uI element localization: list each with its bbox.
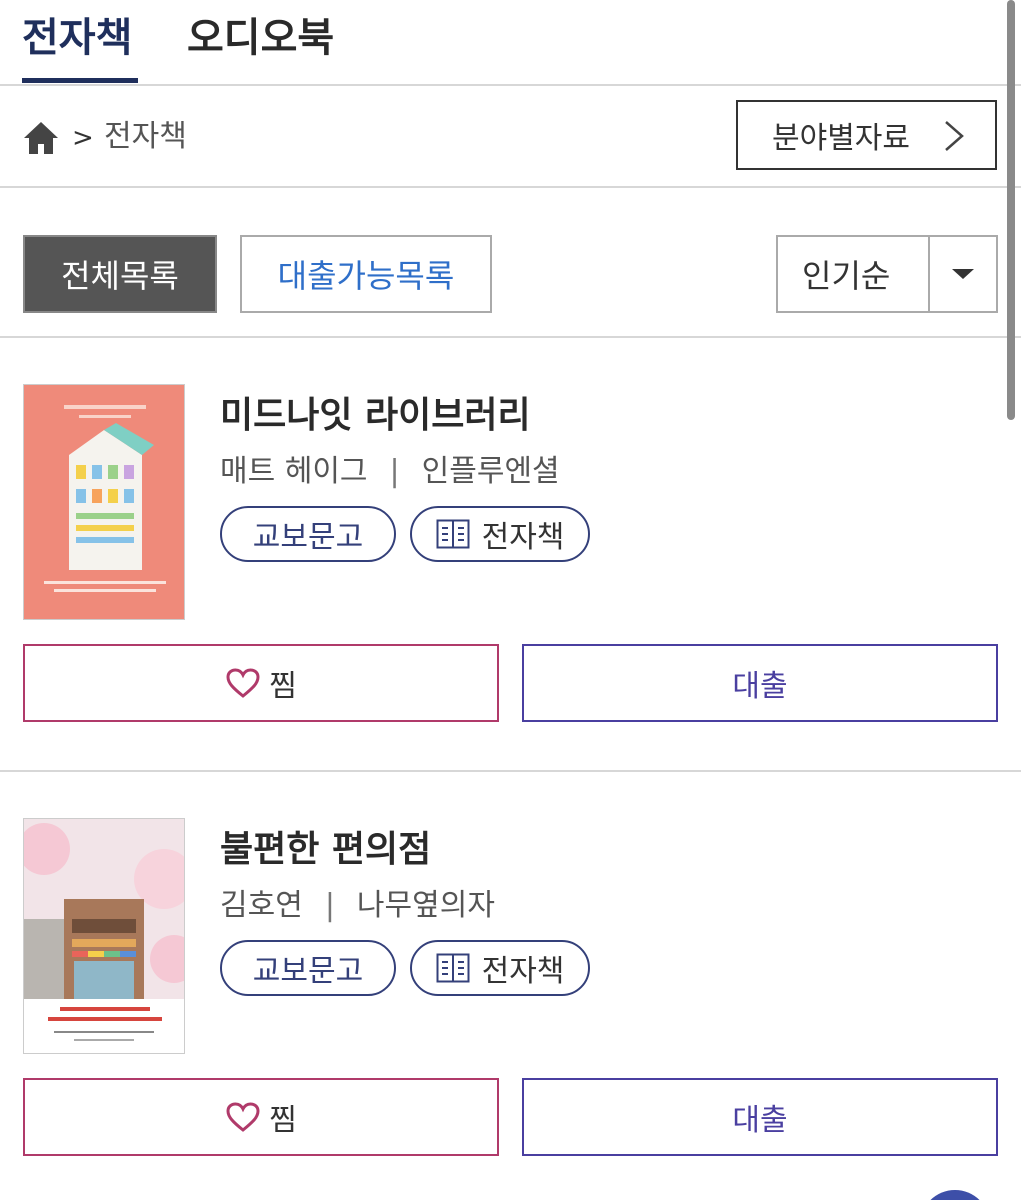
category-button[interactable]: 분야별자료 — [736, 100, 997, 170]
filter-bar: 전체목록 대출가능목록 인기순 — [0, 188, 1021, 338]
book-title[interactable]: 미드나잇 라이브러리 — [220, 392, 531, 440]
loan-button[interactable]: 대출 — [522, 644, 998, 722]
breadcrumb: > 전자책 분야별자료 — [0, 86, 1021, 188]
heart-icon — [226, 1102, 260, 1132]
format-label: 전자책 — [481, 954, 565, 989]
book-author: 김호연 — [220, 888, 303, 923]
available-list-button[interactable]: 대출가능목록 — [240, 235, 492, 313]
home-icon[interactable] — [22, 120, 60, 156]
provider-badge: 교보문고 — [220, 940, 396, 996]
book-cover-image — [24, 385, 184, 619]
breadcrumb-current: 전자책 — [104, 119, 187, 154]
book-cover-image — [24, 819, 184, 1053]
book-meta: 매트 헤이그 | 인플루엔셜 — [220, 451, 560, 493]
tab-audiobook[interactable]: 오디오북 — [187, 10, 334, 66]
open-book-icon — [436, 519, 470, 549]
book-item: 불편한 편의점 김호연 | 나무옆의자 교보문고 전자책 찜 대출 — [0, 772, 1021, 1200]
scrollbar-thumb[interactable] — [1007, 0, 1015, 420]
sort-selected-value: 인기순 — [802, 257, 891, 295]
format-label: 전자책 — [481, 520, 565, 555]
wish-label: 찜 — [269, 669, 297, 704]
book-cover[interactable] — [23, 818, 185, 1054]
tab-ebook[interactable]: 전자책 — [22, 10, 132, 66]
all-list-button[interactable]: 전체목록 — [23, 235, 217, 313]
format-badge: 전자책 — [410, 940, 590, 996]
meta-separator: | — [324, 888, 335, 923]
book-author: 매트 헤이그 — [220, 454, 368, 489]
provider-label: 교보문고 — [252, 954, 364, 989]
chevron-right-icon — [945, 121, 964, 151]
book-publisher: 인플루엔셜 — [421, 454, 560, 489]
provider-badge: 교보문고 — [220, 506, 396, 562]
wish-label: 찜 — [269, 1103, 297, 1138]
book-title[interactable]: 불편한 편의점 — [220, 826, 431, 874]
loan-button[interactable]: 대출 — [522, 1078, 998, 1156]
category-button-label: 분야별자료 — [772, 121, 910, 156]
meta-separator: | — [389, 454, 400, 489]
caret-down-icon — [952, 269, 974, 279]
media-tabs: 전자책 오디오북 — [0, 0, 1021, 86]
wish-button[interactable]: 찜 — [23, 644, 499, 722]
book-meta: 김호연 | 나무옆의자 — [220, 885, 495, 927]
active-tab-indicator — [22, 78, 138, 83]
wish-button[interactable]: 찜 — [23, 1078, 499, 1156]
open-book-icon — [436, 953, 470, 983]
format-badge: 전자책 — [410, 506, 590, 562]
breadcrumb-separator: > — [72, 123, 94, 153]
sort-divider — [928, 237, 930, 311]
book-item: 미드나잇 라이브러리 매트 헤이그 | 인플루엔셜 교보문고 전자책 찜 대출 — [0, 338, 1021, 772]
ebook-list-page: 전자책 오디오북 > 전자책 분야별자료 전체목록 대출가능목록 인기순 미드나… — [0, 0, 1021, 1200]
heart-icon — [226, 668, 260, 698]
provider-label: 교보문고 — [252, 520, 364, 555]
book-cover[interactable] — [23, 384, 185, 620]
sort-select[interactable]: 인기순 — [776, 235, 998, 313]
book-publisher: 나무옆의자 — [356, 888, 495, 923]
scrollbar[interactable] — [1004, 0, 1018, 420]
